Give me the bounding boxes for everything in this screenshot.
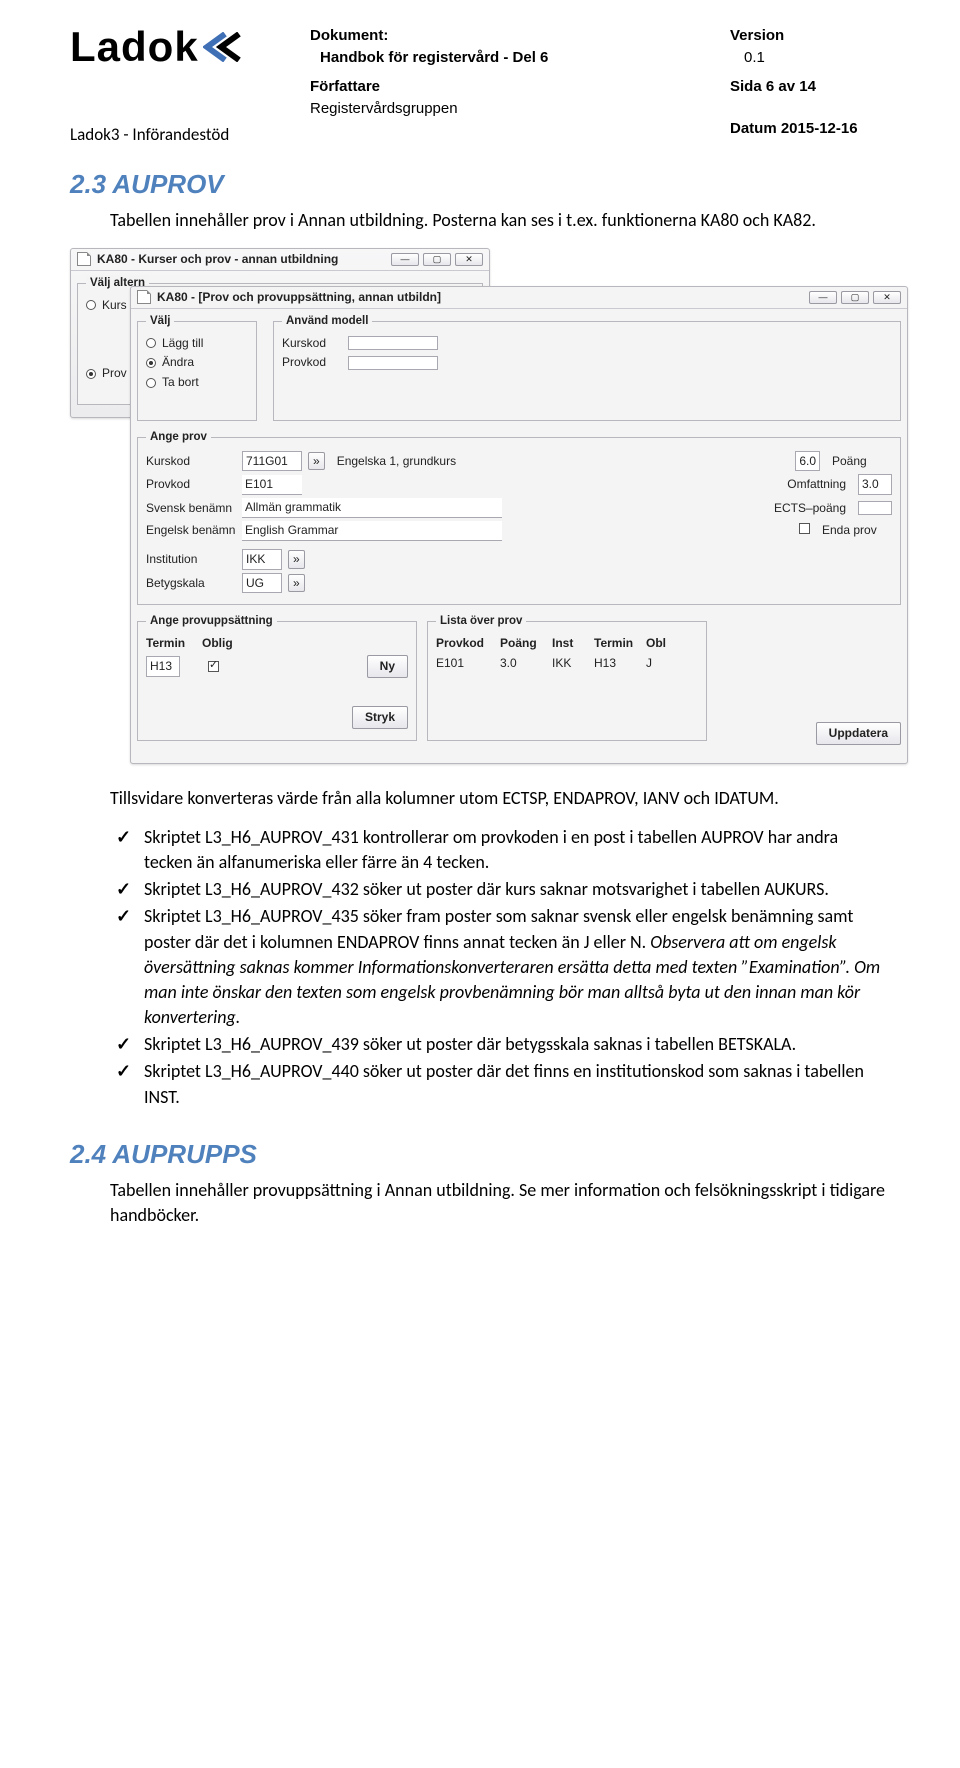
inst-label: Institution <box>146 551 236 568</box>
minimize-button[interactable]: — <box>809 291 837 304</box>
col-inst: Inst <box>552 635 588 652</box>
betyg-label: Betygskala <box>146 575 236 592</box>
window-ka80-front: KA80 - [Prov och provuppsättning, annan … <box>130 286 908 764</box>
date: Datum 2015-12-16 <box>730 119 890 139</box>
fieldset-legend-list: Lista över prov <box>436 613 526 629</box>
fieldset-legend-model: Använd modell <box>282 313 372 329</box>
fieldset-legend-set: Ange provuppsättning <box>146 613 277 629</box>
radio-change-label: Ändra <box>162 354 194 371</box>
auprupps-para: Tabellen innehåller provuppsättning i An… <box>110 1178 890 1228</box>
app-screenshot: KA80 - Kurser och prov - annan utbildnin… <box>70 248 890 768</box>
provkod-input[interactable]: E101 <box>242 475 302 495</box>
table-row[interactable]: E101 3.0 IKK H13 J <box>436 655 698 672</box>
picker-button[interactable]: » <box>308 452 325 471</box>
endaprov-label: Enda prov <box>822 522 892 539</box>
heading-auprov: 2.3 AUPROV <box>70 166 890 202</box>
model-provkod-label: Provkod <box>282 354 342 371</box>
oblig-checkbox[interactable] <box>208 661 219 672</box>
radio-kurs-label: Kurs <box>102 297 127 314</box>
radio-remove[interactable] <box>146 378 156 388</box>
author-value: Registervårdsgruppen <box>310 99 720 119</box>
provkod-label: Provkod <box>146 476 236 493</box>
poang-input[interactable]: 6.0 <box>795 451 820 472</box>
picker-button[interactable]: » <box>288 574 305 593</box>
header-mid: Dokument: Handbok för registervård - Del… <box>310 26 720 140</box>
sv-benamn-input[interactable]: Allmän grammatik <box>242 498 502 518</box>
header-right: Version 0.1 Sida 6 av 14 Datum 2015-12-1… <box>730 26 890 140</box>
ects-input[interactable] <box>858 501 892 515</box>
omfattning-input[interactable]: 3.0 <box>858 474 892 495</box>
kurskod-label: Kurskod <box>146 453 236 470</box>
list-item: Skriptet L3_H6_AUPROV_431 kontrollerar o… <box>110 825 890 875</box>
col-termin: Termin <box>594 635 640 652</box>
restore-button[interactable]: ▢ <box>423 253 451 266</box>
logo-subtitle: Ladok3 - Införandestöd <box>70 124 229 146</box>
model-kurskod-input[interactable] <box>348 336 438 350</box>
stryk-button[interactable]: Stryk <box>352 706 408 729</box>
page-count: Sida 6 av 14 <box>730 77 890 97</box>
betyg-input[interactable]: UG <box>242 573 282 594</box>
radio-kurs[interactable] <box>86 300 96 310</box>
endaprov-checkbox[interactable] <box>799 523 810 534</box>
close-button[interactable]: ✕ <box>873 291 901 304</box>
list-item: Skriptet L3_H6_AUPROV_432 söker ut poste… <box>110 877 890 902</box>
page-header: Ladok Ladok3 - Införandestöd Dokument: H… <box>70 26 890 140</box>
list-item: Skriptet L3_H6_AUPROV_439 söker ut poste… <box>110 1032 890 1057</box>
radio-remove-label: Ta bort <box>162 374 199 391</box>
radio-change[interactable] <box>146 358 156 368</box>
list-item: Skriptet L3_H6_AUPROV_440 söker ut poste… <box>110 1059 890 1109</box>
title-text-front: KA80 - [Prov och provuppsättning, annan … <box>157 289 441 306</box>
logo-chevron-icon <box>203 32 243 62</box>
doc-label: Dokument: <box>310 26 720 46</box>
doc-title: Handbok för registervård - Del 6 <box>310 48 720 68</box>
uppdatera-button[interactable]: Uppdatera <box>816 722 901 745</box>
col-poang: Poäng <box>500 635 546 652</box>
model-kurskod-label: Kurskod <box>282 335 342 352</box>
auprov-intro: Tabellen innehåller prov i Annan utbildn… <box>110 208 890 233</box>
kurskod-input[interactable]: 711G01 <box>242 451 302 472</box>
ects-label: ECTS–poäng <box>774 500 846 517</box>
document-icon <box>77 252 91 266</box>
radio-add-label: Lägg till <box>162 335 203 352</box>
picker-button[interactable]: » <box>288 550 305 569</box>
col-provkod: Provkod <box>436 635 494 652</box>
radio-add[interactable] <box>146 338 156 348</box>
titlebar-back: KA80 - Kurser och prov - annan utbildnin… <box>71 249 489 271</box>
document-icon <box>137 290 151 304</box>
auprov-checklist: Skriptet L3_H6_AUPROV_431 kontrollerar o… <box>110 825 890 1110</box>
fieldset-legend-valj: Välj <box>146 313 174 329</box>
logo: Ladok <box>70 26 300 68</box>
version-label: Version <box>730 26 890 46</box>
inst-input[interactable]: IKK <box>242 549 282 570</box>
poang-label: Poäng <box>832 453 892 470</box>
radio-provo[interactable] <box>86 369 96 379</box>
termin-header: Termin <box>146 635 196 652</box>
ny-button[interactable]: Ny <box>367 655 408 678</box>
version-value: 0.1 <box>730 48 890 68</box>
logo-text: Ladok <box>70 26 199 68</box>
model-provkod-input[interactable] <box>348 356 438 370</box>
oblig-header: Oblig <box>202 635 242 652</box>
close-button[interactable]: ✕ <box>455 253 483 266</box>
heading-auprupps: 2.4 AUPRUPPS <box>70 1136 890 1172</box>
en-benamn-input[interactable]: English Grammar <box>242 521 502 541</box>
sv-benamn-label: Svensk benämn <box>146 500 236 517</box>
en-benamn-label: Engelsk benämn <box>146 522 236 539</box>
author-label: Författare <box>310 77 720 97</box>
fieldset-legend-angeprov: Ange prov <box>146 429 211 445</box>
list-item: Skriptet L3_H6_AUPROV_435 söker fram pos… <box>110 904 890 1030</box>
logo-column: Ladok Ladok3 - Införandestöd <box>70 26 300 140</box>
auprov-conversion-note: Tillsvidare konverteras värde från alla … <box>110 786 890 811</box>
minimize-button[interactable]: — <box>391 253 419 266</box>
col-obl: Obl <box>646 635 672 652</box>
title-text-back: KA80 - Kurser och prov - annan utbildnin… <box>97 251 338 268</box>
restore-button[interactable]: ▢ <box>841 291 869 304</box>
termin-input[interactable]: H13 <box>146 656 180 677</box>
omfattning-label: Omfattning <box>787 476 846 493</box>
titlebar-front: KA80 - [Prov och provuppsättning, annan … <box>131 287 907 309</box>
course-name: Engelska 1, grundkurs <box>337 453 456 470</box>
